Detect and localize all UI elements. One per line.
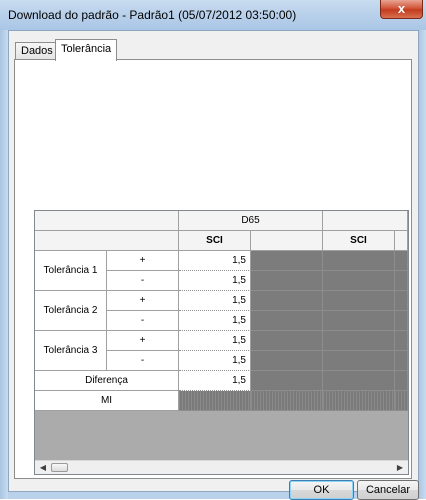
- tolerance-grid: D65 SCI SCI Tolerância 1 + 1,5 - 1,5 Tol: [35, 211, 408, 411]
- close-icon: x: [397, 1, 406, 16]
- disabled-cell: [395, 351, 408, 371]
- title-bar[interactable]: Download do padrão - Padrão1 (05/07/2012…: [0, 0, 426, 30]
- scroll-right-icon[interactable]: ▶: [393, 461, 407, 474]
- plus-sign-label: +: [107, 251, 179, 271]
- ok-button[interactable]: OK: [289, 480, 354, 500]
- dialog-client-area: Dados Tolerância D65 SCI SCI Tolerância …: [8, 30, 419, 500]
- disabled-cell: [323, 331, 395, 351]
- disabled-cell: [251, 271, 323, 291]
- window-title: Download do padrão - Padrão1 (05/07/2012…: [8, 8, 297, 22]
- tab-tolerancia-label: Tolerância: [61, 43, 112, 55]
- mi-value-cell: [179, 391, 251, 411]
- disabled-cell: [395, 371, 408, 391]
- grid-corner-subheader: [35, 231, 179, 251]
- disabled-cell: [323, 351, 395, 371]
- illuminant-header: D65: [179, 211, 323, 231]
- row-group-label: Tolerância 1: [35, 251, 107, 291]
- disabled-cell: [251, 251, 323, 271]
- tolerance-value-cell[interactable]: 1,5: [179, 351, 251, 371]
- window-frame-left: [0, 0, 8, 499]
- tolerance-value-cell[interactable]: 1,5: [179, 291, 251, 311]
- disabled-cell: [251, 351, 323, 371]
- sci-column-header: SCI: [179, 231, 251, 251]
- grid-empty-area: [35, 411, 408, 461]
- tab-dados[interactable]: Dados: [15, 42, 59, 60]
- minus-sign-label: -: [107, 351, 179, 371]
- cancel-button[interactable]: Cancelar: [357, 480, 419, 500]
- disabled-cell: [323, 391, 395, 411]
- mi-label: MI: [35, 391, 179, 411]
- disabled-cell: [251, 391, 323, 411]
- disabled-cell: [251, 331, 323, 351]
- minus-sign-label: -: [107, 271, 179, 291]
- minus-sign-label: -: [107, 311, 179, 331]
- grid-corner-header: [35, 211, 179, 231]
- tolerance-value-cell[interactable]: 1,5: [179, 331, 251, 351]
- disabled-cell: [395, 271, 408, 291]
- row-group-label: Tolerância 3: [35, 331, 107, 371]
- horizontal-scrollbar[interactable]: ◀ ▶: [35, 460, 408, 474]
- disabled-cell: [395, 391, 408, 411]
- disabled-cell: [323, 291, 395, 311]
- disabled-cell: [395, 331, 408, 351]
- tab-dados-label: Dados: [21, 45, 53, 57]
- disabled-cell: [395, 311, 408, 331]
- disabled-cell: [395, 291, 408, 311]
- plus-sign-label: +: [107, 331, 179, 351]
- dialog-window: Download do padrão - Padrão1 (05/07/2012…: [0, 0, 426, 500]
- disabled-cell: [323, 271, 395, 291]
- scrollbar-thumb[interactable]: [51, 463, 68, 472]
- difference-label: Diferença: [35, 371, 179, 391]
- disabled-cell: [323, 251, 395, 271]
- tolerance-value-cell[interactable]: 1,5: [179, 271, 251, 291]
- tolerance-tab-panel: D65 SCI SCI Tolerância 1 + 1,5 - 1,5 Tol: [14, 59, 412, 479]
- tolerance-value-cell[interactable]: 1,5: [179, 251, 251, 271]
- disabled-cell: [323, 371, 395, 391]
- tolerance-value-cell[interactable]: 1,5: [179, 311, 251, 331]
- disabled-cell: [323, 311, 395, 331]
- disabled-cell: [251, 291, 323, 311]
- disabled-cell: [251, 311, 323, 331]
- scroll-left-icon[interactable]: ◀: [36, 461, 50, 474]
- sce-column-header-2: [395, 231, 408, 251]
- second-illuminant-header: [323, 211, 408, 231]
- disabled-cell: [395, 251, 408, 271]
- window-frame-right: [418, 0, 426, 499]
- disabled-cell: [251, 371, 323, 391]
- tab-tolerancia[interactable]: Tolerância: [55, 39, 118, 61]
- sci-column-header-2: SCI: [323, 231, 395, 251]
- row-group-label: Tolerância 2: [35, 291, 107, 331]
- sce-column-header: [251, 231, 323, 251]
- difference-value-cell[interactable]: 1,5: [179, 371, 251, 391]
- plus-sign-label: +: [107, 291, 179, 311]
- tolerance-grid-container: D65 SCI SCI Tolerância 1 + 1,5 - 1,5 Tol: [34, 210, 409, 475]
- close-button[interactable]: x: [380, 0, 423, 19]
